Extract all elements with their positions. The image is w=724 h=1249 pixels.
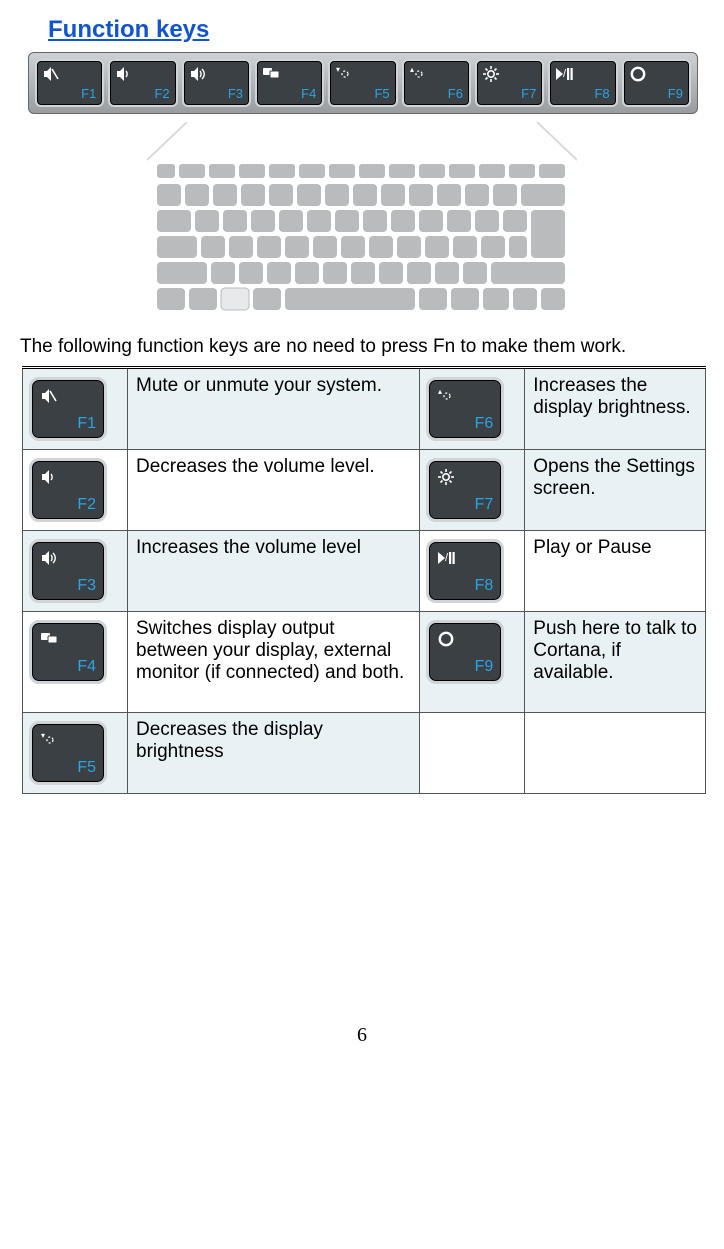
key-desc-f4: Switches display output between your dis… bbox=[128, 612, 420, 713]
mute-icon bbox=[42, 65, 60, 83]
fkey-f7: F7 bbox=[475, 59, 544, 107]
section-heading: Function keys bbox=[48, 16, 704, 44]
volume-down-icon bbox=[39, 467, 65, 489]
key-label: F6 bbox=[475, 415, 494, 433]
fkey-label: F3 bbox=[228, 86, 243, 101]
function-key-table: F1 Mute or unmute your system. F6 Increa… bbox=[22, 366, 706, 794]
fkey-f9: F9 bbox=[622, 59, 691, 107]
fkey-f1: F1 bbox=[35, 59, 104, 107]
brightness-down-icon bbox=[39, 730, 65, 752]
key-label: F1 bbox=[77, 415, 96, 433]
key-f1: F1 bbox=[29, 377, 107, 441]
intro-text: The following function keys are no need … bbox=[20, 336, 704, 358]
volume-down-icon bbox=[115, 65, 133, 83]
fkey-f6: F6 bbox=[402, 59, 471, 107]
cortana-icon bbox=[436, 629, 462, 651]
key-label: F8 bbox=[475, 577, 494, 595]
fkey-label: F4 bbox=[301, 86, 316, 101]
brightness-up-icon bbox=[436, 386, 462, 408]
key-f8: F8 bbox=[426, 539, 504, 603]
key-desc-f7: Opens the Settings screen. bbox=[525, 450, 706, 531]
key-f3: F3 bbox=[29, 539, 107, 603]
fkey-f8: F8 bbox=[548, 59, 617, 107]
key-label: F7 bbox=[475, 496, 494, 514]
function-key-bar: F1 F2 F3 F4 F5 F6 F7 F8 F9 bbox=[28, 52, 698, 114]
fkey-label: F6 bbox=[448, 86, 463, 101]
fkey-f4: F4 bbox=[255, 59, 324, 107]
key-f5: F5 bbox=[29, 721, 107, 785]
fkey-f3: F3 bbox=[182, 59, 251, 107]
display-switch-icon bbox=[262, 65, 280, 83]
cortana-icon bbox=[629, 65, 647, 83]
settings-icon bbox=[482, 65, 500, 83]
brightness-up-icon bbox=[409, 65, 427, 83]
key-desc-f8: Play or Pause bbox=[525, 531, 706, 612]
fkey-label: F1 bbox=[81, 86, 96, 101]
empty-cell bbox=[525, 713, 706, 794]
settings-icon bbox=[436, 467, 462, 489]
mute-icon bbox=[39, 386, 65, 408]
key-desc-f1: Mute or unmute your system. bbox=[128, 368, 420, 450]
page-number: 6 bbox=[20, 1024, 704, 1047]
key-f9: F9 bbox=[426, 620, 504, 684]
key-label: F4 bbox=[77, 658, 96, 676]
key-desc-f6: Increases the display brightness. bbox=[525, 368, 706, 450]
volume-up-icon bbox=[39, 548, 65, 570]
play-pause-icon bbox=[436, 548, 462, 570]
key-desc-f9: Push here to talk to Cortana, if availab… bbox=[525, 612, 706, 713]
key-desc-f3: Increases the volume level bbox=[128, 531, 420, 612]
key-label: F3 bbox=[77, 577, 96, 595]
key-label: F9 bbox=[475, 658, 494, 676]
key-desc-f2: Decreases the volume level. bbox=[128, 450, 420, 531]
fkey-label: F2 bbox=[154, 86, 169, 101]
keyboard-illustration bbox=[147, 122, 577, 322]
fkey-label: F7 bbox=[521, 86, 536, 101]
key-f4: F4 bbox=[29, 620, 107, 684]
empty-cell bbox=[420, 713, 525, 794]
key-f2: F2 bbox=[29, 458, 107, 522]
fkey-label: F9 bbox=[668, 86, 683, 101]
fkey-label: F5 bbox=[374, 86, 389, 101]
key-label: F2 bbox=[77, 496, 96, 514]
volume-up-icon bbox=[189, 65, 207, 83]
brightness-down-icon bbox=[335, 65, 353, 83]
fkey-f5: F5 bbox=[328, 59, 397, 107]
key-f7: F7 bbox=[426, 458, 504, 522]
display-switch-icon bbox=[39, 629, 65, 651]
key-desc-f5: Decreases the display brightness bbox=[128, 713, 420, 794]
fkey-f2: F2 bbox=[108, 59, 177, 107]
fkey-label: F8 bbox=[594, 86, 609, 101]
key-f6: F6 bbox=[426, 377, 504, 441]
key-label: F5 bbox=[77, 759, 96, 777]
play-pause-icon bbox=[555, 65, 573, 83]
